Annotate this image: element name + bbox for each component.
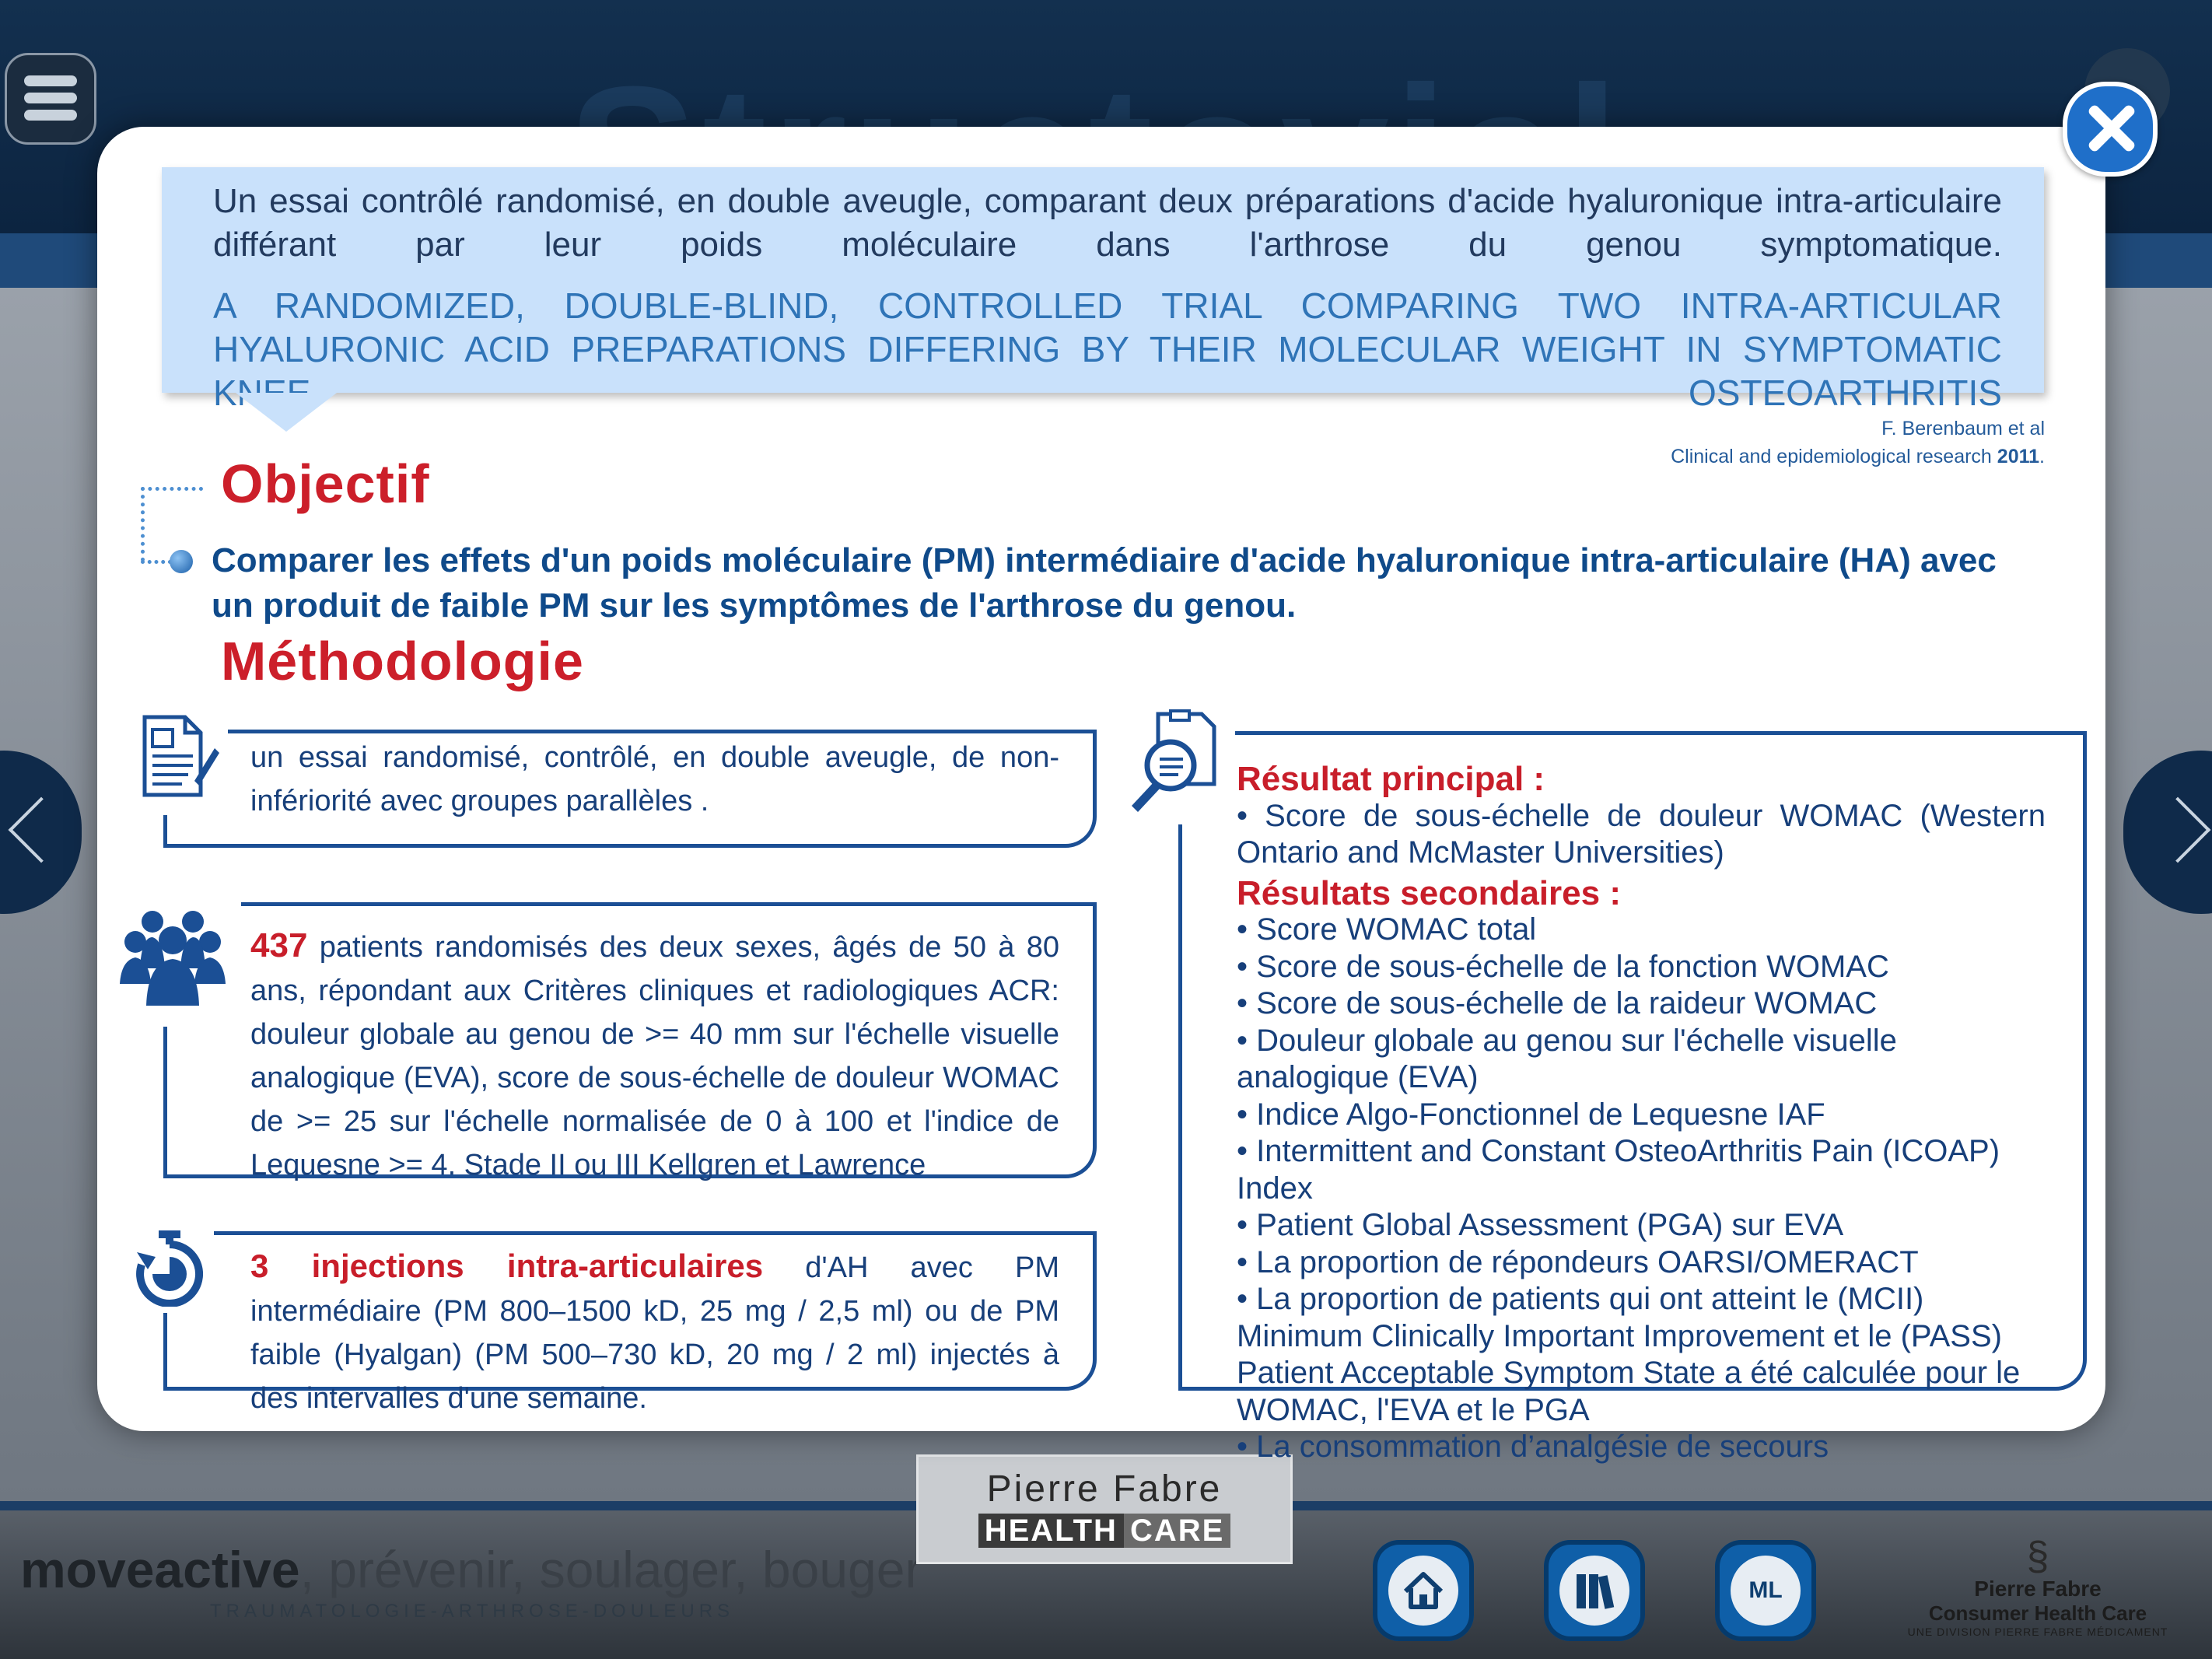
secondary-result-item: • Score de sous-échelle de la raideur WO… [1237,986,1878,1020]
title-banner: Un essai contrôlé randomisé, en double a… [162,167,2044,432]
secondary-result-item: • Indice Algo-Fonctionnel de Lequesne IA… [1237,1097,1825,1132]
reference: F. Berenbaum et al Clinical and epidemio… [1671,418,2045,467]
secondary-result-item: • Patient Global Assessment (PGA) sur EV… [1237,1208,1844,1242]
methodologie-heading: Méthodologie [221,631,584,691]
magnifier-document-icon [1132,709,1216,812]
document-icon [142,715,219,797]
pierre-fabre-consumer-logo: § Pierre Fabre Consumer Health Care UNE … [1890,1536,2186,1638]
results-list: Résultat principal : • Score de sous-éch… [1237,761,2046,1466]
chevron-left-icon [8,796,75,863]
stopwatch-icon [136,1230,204,1307]
title-pointer [236,393,337,432]
library-icon [1577,1574,1615,1609]
secondary-result-item: • La proportion de patients qui ont atte… [1237,1282,2021,1427]
ml-icon: ML [1748,1577,1783,1603]
pierre-fabre-healthcare-logo: Pierre Fabre HEALTH CARE [916,1454,1293,1564]
library-button[interactable] [1544,1540,1645,1641]
bullet-icon [170,550,193,573]
objectif-text: Comparer les effets d'un poids moléculai… [212,541,1997,625]
brand-subtitle: TRAUMATOLOGIE-ARTHROSE-DOULEURS [210,1601,735,1622]
patients-text: 437 patients randomisés des deux sexes, … [250,926,1059,1181]
primary-result-item: • Score de sous-échelle de douleur WOMAC… [1237,798,2046,870]
injections-text: 3 injections intra-articulaires d'AH ave… [250,1248,1059,1415]
secondary-result-item: • La proportion de répondeurs OARSI/OMER… [1237,1244,1919,1279]
secondary-result-item: • Douleur globale au genou sur l'échelle… [1237,1023,1897,1095]
home-icon [1403,1572,1444,1609]
menu-button[interactable] [5,53,96,145]
secondary-result-item: • La consommation d’analgésie de secours [1237,1430,1829,1464]
brand-logo: moveactive, prévenir, soulager, bouger [20,1541,922,1598]
secondary-results-heading: Résultats secondaires : [1237,873,1621,912]
injections-highlight: 3 injections intra-articulaires [250,1248,764,1284]
title-english: A RANDOMIZED, DOUBLE-BLIND, CONTROLLED T… [213,285,2002,413]
chevron-right-icon [2144,796,2211,863]
ml-button[interactable]: ML [1715,1540,1816,1641]
pierre-fabre-symbol-icon: § [2026,1534,2049,1579]
primary-result-heading: Résultat principal : [1237,760,1545,798]
design-text: un essai randomisé, contrôlé, en double … [250,741,1059,817]
secondary-result-item: • Score WOMAC total [1237,912,1537,947]
menu-icon [24,75,77,86]
title-french: Un essai contrôlé randomisé, en double a… [213,182,2002,264]
patients-group-icon [120,911,226,1006]
objectif-heading: Objectif [221,453,430,514]
close-button[interactable] [2063,82,2158,177]
secondary-result-item: • Intermittent and Constant OsteoArthrit… [1237,1134,2000,1206]
secondary-result-item: • Score de sous-échelle de la fonction W… [1237,949,1889,984]
patients-count: 437 [250,926,308,964]
home-button[interactable] [1373,1540,1474,1641]
